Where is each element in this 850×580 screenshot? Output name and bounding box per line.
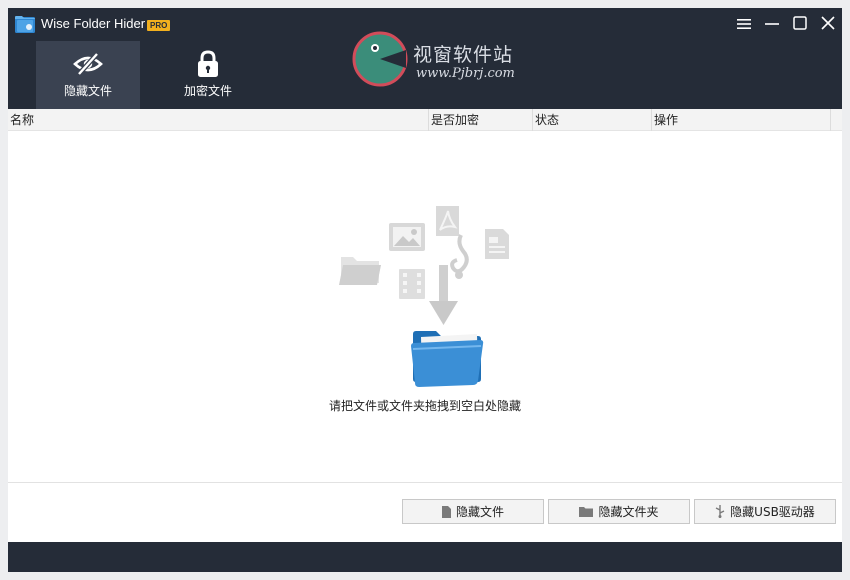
maximize-button[interactable] (786, 10, 814, 38)
tab-encrypt-files[interactable]: 加密文件 (156, 41, 260, 109)
hide-usb-label: 隐藏USB驱动器 (730, 505, 815, 519)
pro-badge: PRO (147, 20, 171, 31)
lock-icon (193, 50, 223, 77)
menu-button[interactable] (730, 10, 758, 38)
minimize-button[interactable] (758, 10, 786, 38)
watermark-logo-icon (351, 30, 409, 92)
footer-divider (8, 482, 842, 483)
window-controls (730, 10, 842, 38)
arrow-down-icon (429, 265, 458, 325)
hide-folder-label: 隐藏文件夹 (598, 505, 659, 519)
column-encrypted[interactable]: 是否加密 (429, 109, 533, 131)
app-title: Wise Folder Hider (41, 16, 146, 31)
minimize-icon (765, 15, 779, 34)
folder-icon (339, 257, 381, 285)
column-name[interactable]: 名称 (8, 109, 429, 131)
status-bar (8, 542, 842, 572)
blue-folder-icon (411, 331, 484, 387)
header-bar: Wise Folder Hider PRO 隐藏文件 加密文件 视窗软件站 ww… (8, 8, 842, 109)
column-status[interactable]: 状态 (533, 109, 652, 131)
image-icon (389, 223, 425, 251)
window-content: Wise Folder Hider PRO 隐藏文件 加密文件 视窗软件站 ww… (8, 8, 842, 572)
app-window: Wise Folder Hider PRO 隐藏文件 加密文件 视窗软件站 ww… (0, 0, 850, 580)
folder-small-icon (579, 506, 594, 517)
table-header: 名称 是否加密 状态 操作 (8, 109, 842, 131)
watermark-title: 视窗软件站 (413, 44, 514, 66)
watermark: 视窗软件站 www.Pjbrj.com (351, 30, 551, 90)
hide-file-button[interactable]: 隐藏文件 (402, 499, 544, 524)
film-icon (399, 269, 425, 299)
tab-hide-files[interactable]: 隐藏文件 (36, 41, 140, 109)
drop-zone-illustration (333, 201, 513, 387)
folder-logo-icon (14, 14, 36, 34)
close-button[interactable] (814, 10, 842, 38)
menu-icon (737, 15, 751, 34)
eye-slash-icon (73, 51, 103, 77)
pdf-icon (436, 206, 459, 236)
hide-folder-button[interactable]: 隐藏文件夹 (548, 499, 690, 524)
close-icon (821, 15, 835, 34)
music-icon (450, 234, 469, 279)
tab-encrypt-files-label: 加密文件 (183, 84, 232, 98)
empty-state-message: 请把文件或文件夹拖拽到空白处隐藏 (328, 399, 521, 413)
file-icon (441, 505, 451, 518)
usb-icon (715, 505, 725, 518)
column-actions[interactable]: 操作 (652, 109, 831, 131)
maximize-icon (793, 15, 807, 34)
hide-usb-button[interactable]: 隐藏USB驱动器 (694, 499, 836, 524)
watermark-url: www.Pjbrj.com (416, 66, 515, 81)
hide-file-label: 隐藏文件 (455, 505, 504, 519)
document-icon (485, 229, 509, 259)
tab-hide-files-label: 隐藏文件 (63, 84, 112, 98)
